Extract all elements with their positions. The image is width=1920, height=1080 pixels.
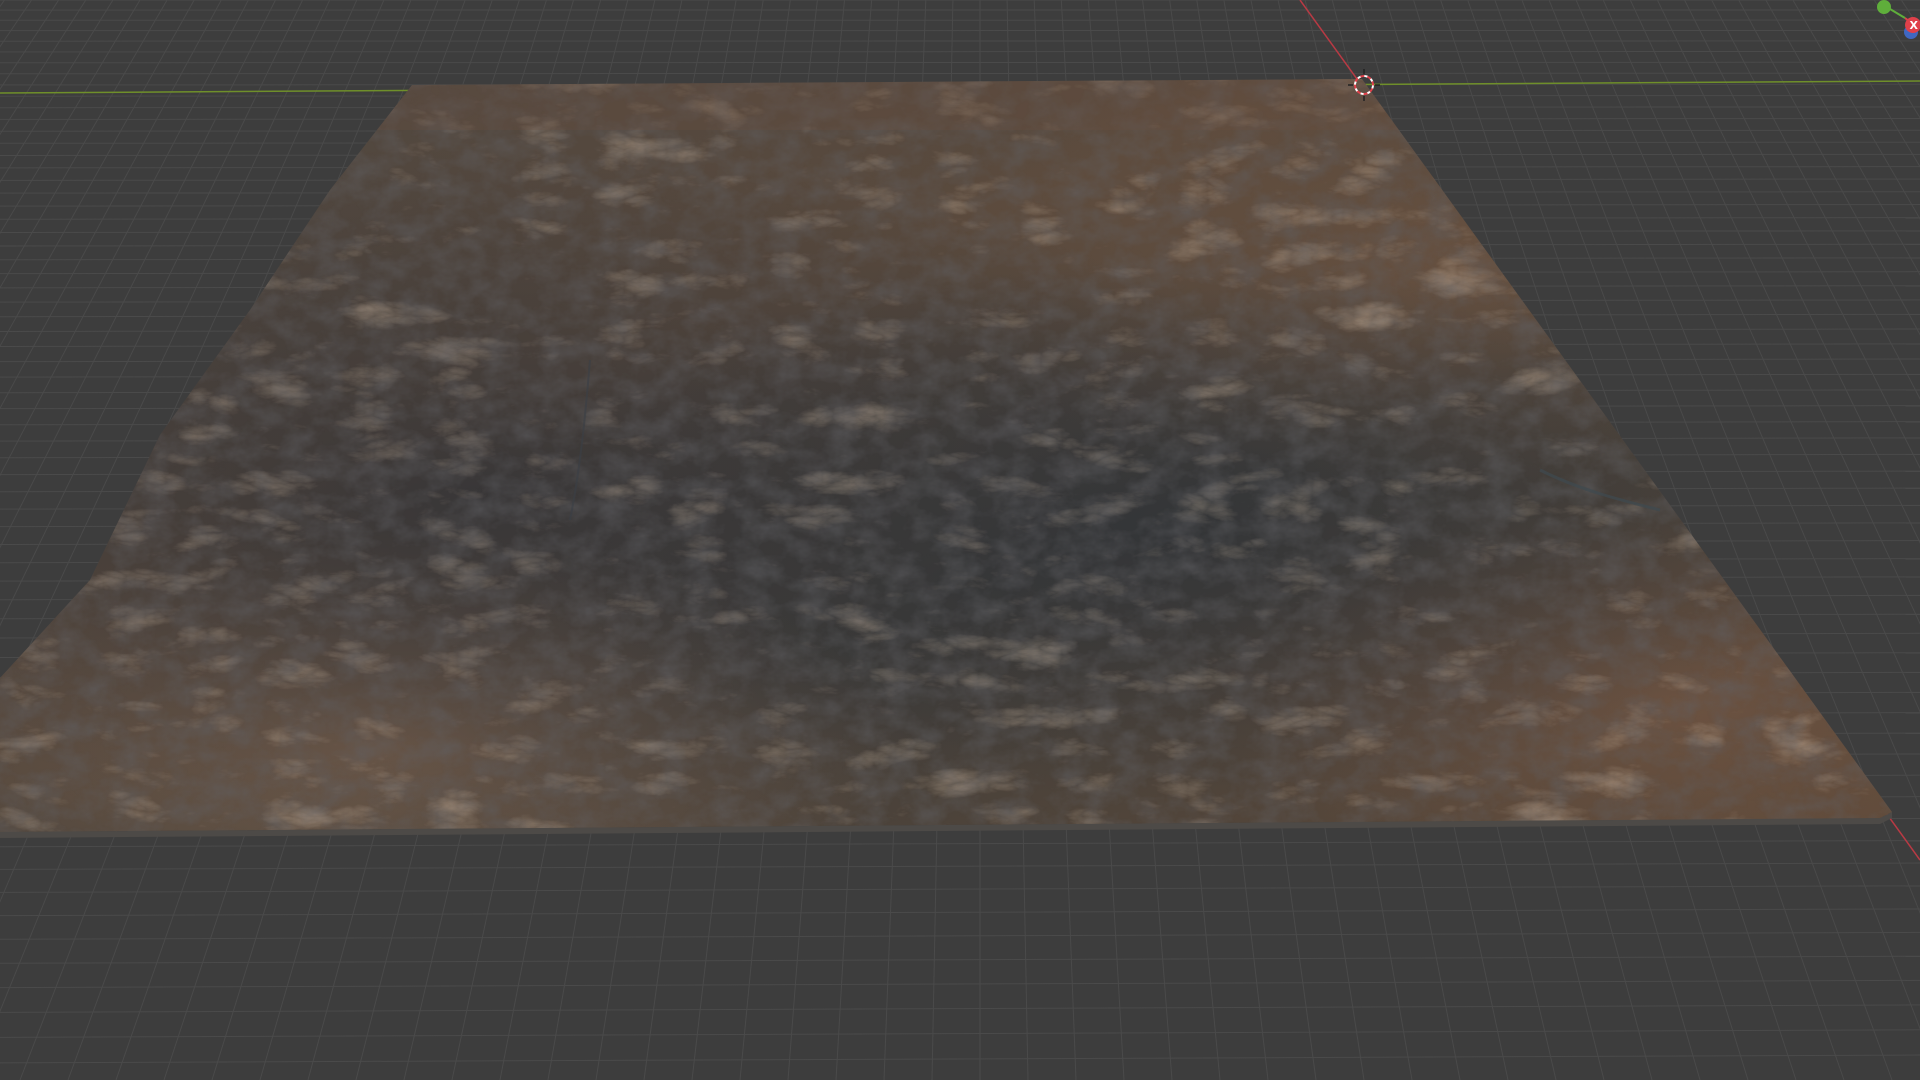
- gizmo-x-label: X: [1910, 19, 1919, 32]
- grid-line: [0, 72, 1920, 75]
- viewport-canvas[interactable]: X: [0, 0, 1920, 1080]
- gizmo-y-axis-handle[interactable]: [1877, 0, 1891, 14]
- 3d-viewport[interactable]: X: [0, 0, 1920, 1080]
